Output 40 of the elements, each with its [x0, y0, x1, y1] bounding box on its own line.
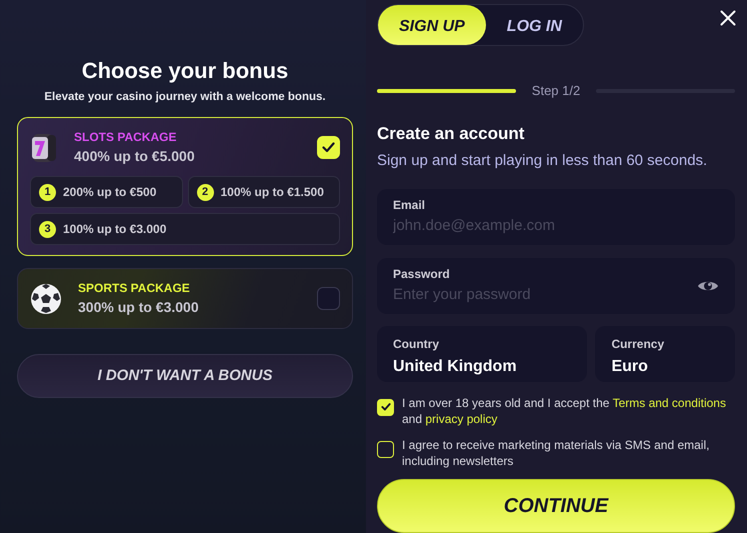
decline-bonus-button[interactable]: I DON'T WANT A BONUS [17, 354, 353, 398]
eye-icon[interactable] [697, 279, 719, 293]
heading: Choose your bonus [80, 57, 290, 85]
tier-offer: 100% up to €1.500 [220, 184, 324, 202]
soccer-ball-icon [30, 282, 62, 315]
link[interactable]: Terms and conditions [612, 396, 726, 410]
tier-number: 1 [39, 184, 56, 201]
consent-text: I am over 18 years old and I accept the Terms and conditions and privacy policy [402, 394, 727, 426]
field-label: Country [393, 336, 440, 352]
tab[interactable]: LOG IN [486, 5, 583, 45]
form-heading: Create an account [377, 122, 526, 144]
package-offer: 300% up to €3.000 [78, 298, 200, 318]
checkbox[interactable] [317, 287, 340, 310]
tier-offer: 100% up to €3.000 [63, 221, 166, 238]
tier-number: 3 [39, 220, 56, 238]
field-value: United Kingdom [393, 356, 518, 376]
consent-text: I agree to receive marketing materials via SMS and email, including newsletters [402, 436, 710, 468]
field-label: Email [393, 197, 426, 214]
close-icon[interactable] [720, 10, 736, 26]
package-name: SPORTS PACKAGE [78, 280, 191, 298]
package-card[interactable]: SLOTS PACKAGE 400% up to €5.000 1 200% up to €500 2 100% up to €1.500 3 100% up to €3.000 [17, 117, 353, 256]
tier-offer: 200% up to €500 [63, 184, 156, 202]
subtitle: Elevate your casino journey with a welcome bonus. [43, 90, 327, 105]
link[interactable]: privacy policy [425, 412, 498, 426]
check-icon [380, 403, 390, 411]
field-value: Euro [611, 356, 649, 376]
package-card[interactable]: SPORTS PACKAGE 300% up to €3.000 [17, 268, 353, 330]
continue-button[interactable]: CONTINUE [377, 478, 735, 533]
check-icon [322, 142, 335, 154]
field-label: Currency [611, 336, 666, 352]
select-field[interactable]: Country United Kingdom [377, 326, 588, 382]
package-name: SLOTS PACKAGE [74, 129, 178, 146]
tab[interactable]: SIGN UP [378, 5, 486, 45]
field-label: Password [393, 266, 451, 283]
form-subheading: Sign up and start playing in less than 60 seconds. [377, 151, 708, 171]
tier-number: 2 [196, 184, 214, 201]
select-field[interactable]: Currency Euro [595, 326, 736, 382]
package-offer: 400% up to €5.000 [74, 147, 196, 166]
slot-reel-icon [30, 132, 58, 164]
step-label: Step 1/2 [532, 82, 580, 100]
